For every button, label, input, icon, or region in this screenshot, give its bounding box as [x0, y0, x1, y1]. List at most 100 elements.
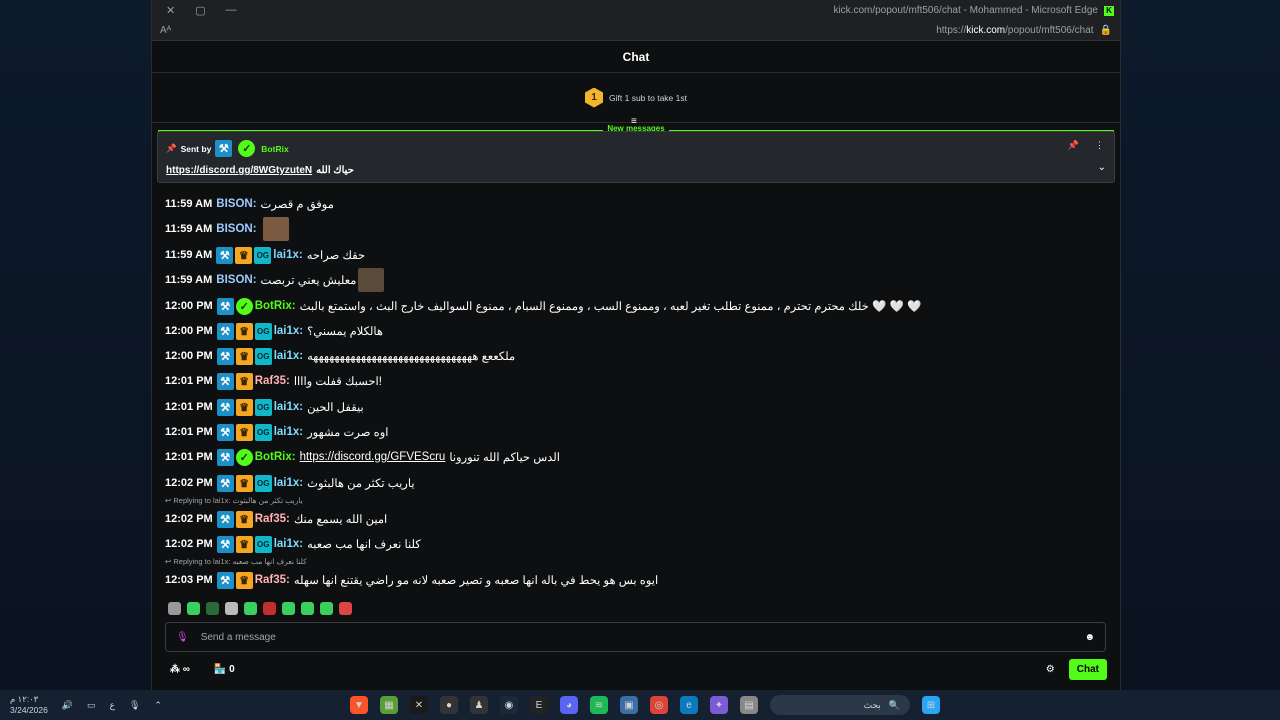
emote-icon[interactable]: [206, 602, 219, 615]
emote-icon[interactable]: [320, 602, 333, 615]
close-icon[interactable]: ✕: [166, 4, 175, 17]
message-link[interactable]: https://discord.gg/GFVEScru: [300, 451, 446, 463]
minimize-icon[interactable]: —: [226, 4, 237, 17]
url-text[interactable]: https://kick.com/popout/mft506/chat 🔒: [936, 25, 1112, 36]
chat-message[interactable]: 11:59 AM ⚒ ♛ OG lai1x: حقك صراحه: [165, 243, 365, 267]
message-username[interactable]: lai1x:: [274, 538, 303, 550]
message-text: معليش يعني تربصت: [260, 275, 357, 287]
emote-icon[interactable]: [187, 602, 200, 615]
message-input[interactable]: 🎙 Send a message ☻: [165, 622, 1106, 652]
message-username[interactable]: BISON:: [216, 223, 256, 235]
emoji-picker-icon[interactable]: ☻: [1084, 632, 1095, 643]
pinned-username[interactable]: BotRix: [261, 144, 288, 154]
message-username[interactable]: lai1x:: [274, 426, 303, 438]
chat-message[interactable]: 12:00 PM ⚒ ♛ OG lai1x: هالكلام يمسني؟: [165, 319, 383, 343]
message-text: كلنا نعرف انها مب صعبه: [307, 539, 421, 551]
subscriber-crown-icon: ♛: [235, 398, 253, 416]
message-username[interactable]: Raf35:: [255, 513, 290, 525]
more-options-icon[interactable]: ⋮: [1095, 140, 1104, 151]
chat-message[interactable]: 11:59 AM BISON:: [165, 217, 289, 241]
brave-icon[interactable]: ▼: [350, 696, 368, 714]
chat-message[interactable]: 12:02 PM ⚒ ♛ OG lai1x: كلنا نعرف انها مب صعبه: [165, 532, 421, 556]
discord-icon[interactable]: ◕: [560, 696, 578, 714]
store-app-icon[interactable]: ▣: [620, 696, 638, 714]
chat-message[interactable]: 12:00 PM ⚒ ♛ OG lai1x: ملكععع ههههههههههههههه…: [165, 344, 515, 368]
pinned-link[interactable]: https://discord.gg/8WGtyzuteN: [166, 165, 312, 176]
chat-message[interactable]: 11:59 AM BISON: موفق م قصرت: [165, 192, 334, 216]
emote-icon[interactable]: [282, 602, 295, 615]
chevron-down-icon[interactable]: ⌄: [1098, 162, 1106, 173]
subscriber-crown-icon: ♛: [235, 246, 253, 264]
store-button[interactable]: 🏪 0: [214, 664, 235, 675]
emote-icon[interactable]: [225, 602, 238, 615]
epic-games-icon[interactable]: E: [530, 696, 548, 714]
settings-gear-icon[interactable]: ⚙: [1046, 664, 1055, 675]
emote-icon[interactable]: [263, 602, 276, 615]
chat-message[interactable]: 12:01 PM ⚒ ♛ OG lai1x: بيقفل الحين: [165, 395, 364, 419]
unpin-icon[interactable]: 📌: [1068, 140, 1079, 151]
clock[interactable]: ١٢:٠٣ م 3/24/2026: [10, 694, 48, 716]
copilot-icon[interactable]: ✦: [710, 696, 728, 714]
message-text: ياريب تكثر من هالبثوث: [307, 478, 415, 490]
message-username[interactable]: lai1x:: [274, 325, 303, 337]
lock-icon: 🔒: [1099, 25, 1112, 36]
microphone-tray-icon[interactable]: 🎙: [129, 700, 140, 711]
reader-mode-icon[interactable]: Aᴬ: [160, 25, 171, 36]
emote-icon[interactable]: [339, 602, 352, 615]
message-username[interactable]: BotRix:: [255, 451, 296, 463]
message-username[interactable]: lai1x:: [273, 249, 302, 261]
message-username[interactable]: BISON:: [216, 274, 256, 286]
file-explorer-icon[interactable]: ▤: [740, 696, 758, 714]
chat-message[interactable]: 12:03 PM ⚒ ♛ Raf35: ايوه بس هو يحط في باله ا…: [165, 568, 658, 592]
display-icon[interactable]: ▭: [87, 700, 96, 711]
edge-icon[interactable]: e: [680, 696, 698, 714]
steam-icon[interactable]: ◉: [500, 696, 518, 714]
spotify-icon[interactable]: ≋: [590, 696, 608, 714]
emote-icon[interactable]: [244, 602, 257, 615]
chat-title: Chat: [152, 41, 1120, 73]
language-indicator[interactable]: ع: [110, 700, 115, 711]
address-bar[interactable]: Aᴬ https://kick.com/popout/mft506/chat 🔒: [152, 21, 1120, 41]
message-username[interactable]: lai1x:: [274, 401, 303, 413]
message-username[interactable]: lai1x:: [274, 477, 303, 489]
moderator-badge-icon: ⚒: [216, 372, 234, 390]
chat-message[interactable]: 12:01 PM ⚒ ✓ BotRix: https://discord.gg/GFVE…: [165, 445, 560, 469]
chat-message[interactable]: 12:02 PM ⚒ ♛ OG lai1x: ياريب تكثر من هالبثوث: [165, 471, 415, 495]
message-username[interactable]: Raf35:: [255, 574, 290, 586]
emote-icon[interactable]: [301, 602, 314, 615]
message-text: احسبك قفلت واااا!: [293, 376, 382, 388]
volume-icon[interactable]: 🔊: [62, 700, 73, 711]
chat-message[interactable]: 11:59 AM BISON: معليش يعني تربصت: [165, 268, 385, 292]
app-icon[interactable]: ♟: [470, 696, 488, 714]
xbox-icon[interactable]: ✕: [410, 696, 428, 714]
reply-context[interactable]: ↩ Replying to lai1x: كلنا نعرف انها مب ص…: [165, 557, 307, 566]
message-timestamp: 12:01 PM: [165, 451, 213, 463]
pinned-message[interactable]: 📌 Sent by ⚒ ✓ BotRix https://discord.gg/…: [157, 131, 1115, 183]
message-username[interactable]: BotRix:: [255, 300, 296, 312]
chrome-icon[interactable]: ◎: [650, 696, 668, 714]
channel-points[interactable]: ⁂ ∞: [170, 664, 190, 675]
message-username[interactable]: BISON:: [216, 198, 256, 210]
obs-icon[interactable]: ●: [440, 696, 458, 714]
moderator-badge-icon: ⚒: [216, 474, 234, 492]
subscriber-crown-icon: ♛: [235, 535, 253, 553]
og-badge-icon: OG: [254, 322, 272, 340]
microphone-icon[interactable]: 🎙: [176, 632, 189, 643]
window-title: kick.com/popout/mft506/chat - Mohammed -…: [833, 5, 1098, 16]
reply-context[interactable]: ↩ Replying to lai1x: ياريب تكثر من هالبث…: [165, 496, 303, 505]
windows-start-icon[interactable]: ⊞: [922, 696, 940, 714]
message-username[interactable]: lai1x:: [274, 350, 303, 362]
message-username[interactable]: Raf35:: [255, 375, 290, 387]
kick-logo-icon: K: [1104, 5, 1114, 16]
chat-message[interactable]: 12:01 PM ⚒ ♛ Raf35: احسبك قفلت واااا!: [165, 369, 382, 393]
emote-icon[interactable]: [168, 602, 181, 615]
minecraft-icon[interactable]: ▦: [380, 696, 398, 714]
chat-message[interactable]: 12:00 PM ⚒ ✓ BotRix: خلك محترم تحترم ، ممنوع…: [165, 294, 921, 318]
chevron-up-icon[interactable]: ⌃: [154, 700, 162, 711]
maximize-icon[interactable]: ▢: [195, 4, 205, 17]
message-timestamp: 11:59 AM: [165, 274, 213, 286]
chat-message[interactable]: 12:02 PM ⚒ ♛ Raf35: امين الله يسمع منك: [165, 507, 387, 531]
chat-send-button[interactable]: Chat: [1068, 658, 1107, 680]
taskbar-search[interactable]: بحث 🔍: [770, 695, 910, 715]
chat-message[interactable]: 12:01 PM ⚒ ♛ OG lai1x: اوه صرت مشهور: [165, 420, 388, 444]
